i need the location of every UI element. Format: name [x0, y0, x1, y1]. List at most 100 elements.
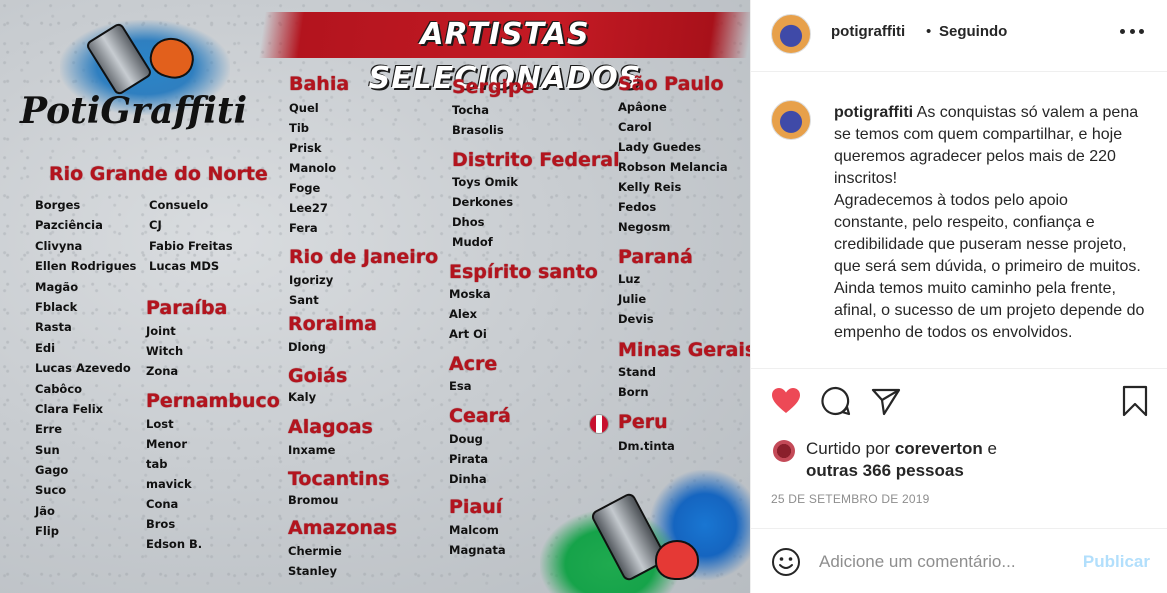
artist-name: Jão	[35, 503, 55, 518]
artist-name: Sun	[35, 442, 60, 457]
artist-name: Flip	[35, 524, 59, 539]
region-title-pr: Paraná	[618, 246, 693, 268]
artist-list-ba: Quel Tib Prisk Manolo Foge Lee27 Fera	[289, 98, 336, 238]
heart-icon	[655, 540, 699, 580]
artist-name: Clivyna	[35, 238, 83, 253]
region-title-pe: Pernambuco	[146, 390, 280, 412]
artist-name: Lost	[146, 417, 174, 431]
artist-name: Carol	[618, 120, 652, 134]
share-icon[interactable]	[870, 385, 902, 417]
region-title-go: Goiás	[288, 365, 348, 387]
caption-username[interactable]: potigraffiti	[834, 104, 913, 121]
comment-icon[interactable]	[820, 385, 852, 417]
artist-name: Fabio Freitas	[149, 238, 233, 253]
artist-name: Dinha	[449, 472, 487, 486]
spray-decoration	[530, 470, 750, 593]
artist-name: Cabôco	[35, 381, 83, 396]
publish-button[interactable]: Publicar	[1083, 552, 1150, 572]
more-options-icon[interactable]	[1120, 19, 1144, 43]
artist-list-df: Toys Omik Derkones Dhos Mudof	[452, 172, 518, 252]
artist-name: Stand	[618, 365, 656, 379]
region-title-se: Sergipe	[452, 76, 535, 98]
artist-name: Mudof	[452, 235, 493, 249]
artist-list-rn-col2: Consuelo CJ Fabio Freitas Lucas MDS	[149, 195, 233, 277]
artist-name: Magão	[35, 279, 79, 294]
artist-name: CJ	[149, 218, 162, 233]
header-username[interactable]: potigraffiti	[831, 23, 905, 40]
artist-list-pr: Luz Julie Devis	[618, 269, 654, 329]
region-title-ac: Acre	[449, 353, 498, 375]
artist-name: Kaly	[288, 390, 317, 404]
artist-name: Sant	[289, 293, 319, 307]
artist-name: tab	[146, 457, 168, 471]
artist-name: Lady Guedes	[618, 140, 702, 154]
artist-name: Tocha	[452, 103, 489, 117]
artist-list-es: Moska Alex Art Oi	[449, 284, 491, 344]
artist-name: Borges	[35, 198, 81, 212]
artist-name: Igorizy	[289, 273, 334, 287]
artist-name: Rasta	[35, 320, 72, 335]
artist-name: Bromou	[288, 493, 339, 507]
peru-flag-icon	[589, 414, 609, 434]
region-title-pb: Paraíba	[146, 297, 228, 319]
artist-list-sp: Apâone Carol Lady Guedes Robson Melancia Kel…	[618, 97, 728, 237]
artist-name: Zona	[146, 364, 179, 378]
caption-text: potigraffiti As conquistas só valem a pe…	[834, 102, 1146, 344]
poti-logo: PotiGraffiti	[20, 10, 247, 135]
post-date[interactable]: 25 DE SETEMBRO DE 2019	[771, 492, 929, 506]
artist-name: Lucas MDS	[149, 259, 220, 274]
avatar[interactable]	[771, 14, 811, 54]
artist-name: Devis	[618, 312, 654, 326]
artist-name: Apâone	[618, 100, 667, 114]
artist-name: Toys Omik	[452, 175, 518, 189]
separator-dot: •	[926, 23, 932, 40]
region-title-am: Amazonas	[288, 517, 398, 539]
artist-name: Inxame	[288, 443, 336, 457]
region-title-rr: Roraima	[288, 313, 378, 335]
region-title-df: Distrito Federal	[452, 149, 620, 171]
bookmark-icon[interactable]	[1119, 385, 1151, 417]
artist-name: Robson Melancia	[618, 160, 728, 174]
region-title-mg: Minas Gerais	[618, 339, 750, 361]
artist-list-peru: Dm.tinta	[618, 436, 675, 456]
following-button[interactable]: Seguindo	[939, 23, 1007, 40]
liker-avatar[interactable]	[773, 440, 795, 462]
region-title-es: Espírito santo	[449, 261, 598, 283]
caption-paragraph-2: Agradecemos à todos pelo apoio constante…	[834, 192, 1141, 275]
artist-list-rr: Dlong	[288, 337, 326, 357]
artist-list-am: Chermie Stanley	[288, 541, 342, 581]
artist-name: Edson B.	[146, 537, 203, 551]
post-image[interactable]: ARTISTAS SELECIONADOS PotiGraffiti Rio G…	[0, 0, 750, 593]
artist-list-mg: Stand Born	[618, 362, 656, 402]
artist-name: Tib	[289, 121, 310, 135]
likes-others-link[interactable]: outras 366 pessoas	[806, 461, 964, 481]
post-header: potigraffiti • Seguindo	[751, 0, 1167, 72]
caption-paragraph-3: Ainda temos muito caminho pela frente, a…	[834, 280, 1145, 341]
artist-name: Prisk	[289, 141, 322, 155]
artist-name: Edi	[35, 340, 56, 355]
liker-username[interactable]: coreverton	[895, 439, 983, 458]
action-bar	[751, 368, 1167, 430]
artist-list-to: Bromou	[288, 490, 338, 510]
artist-name: Derkones	[452, 195, 514, 209]
artist-list-pi: Malcom Magnata	[449, 520, 506, 560]
comment-input[interactable]	[819, 549, 1069, 575]
artist-list-rn-col1: Borges Pazciência Clivyna Ellen Rodrigues Ma…	[35, 195, 136, 542]
avatar[interactable]	[771, 100, 811, 140]
like-heart-icon[interactable]	[770, 385, 802, 417]
post-sidebar: potigraffiti • Seguindo potigraffiti As …	[750, 0, 1167, 593]
artist-name: Kelly Reis	[618, 180, 682, 194]
artist-list-rj: Igorizy Sant	[289, 270, 333, 310]
region-title-rj: Rio de Janeiro	[289, 246, 439, 268]
artist-name: Cona	[146, 497, 179, 511]
artist-name: Witch	[146, 344, 184, 358]
likes-summary: Curtido por coreverton e outras 366 pess…	[771, 436, 1151, 486]
artist-name: Pazciência	[35, 218, 103, 233]
artist-list-ac: Esa	[449, 376, 471, 396]
region-title-ba: Bahia	[289, 73, 350, 95]
artist-name: Malcom	[449, 523, 499, 537]
region-title-peru: Peru	[618, 411, 668, 433]
emoji-icon[interactable]	[770, 546, 802, 578]
region-title-ce: Ceará	[449, 405, 511, 427]
artist-name: Dhos	[452, 215, 485, 229]
